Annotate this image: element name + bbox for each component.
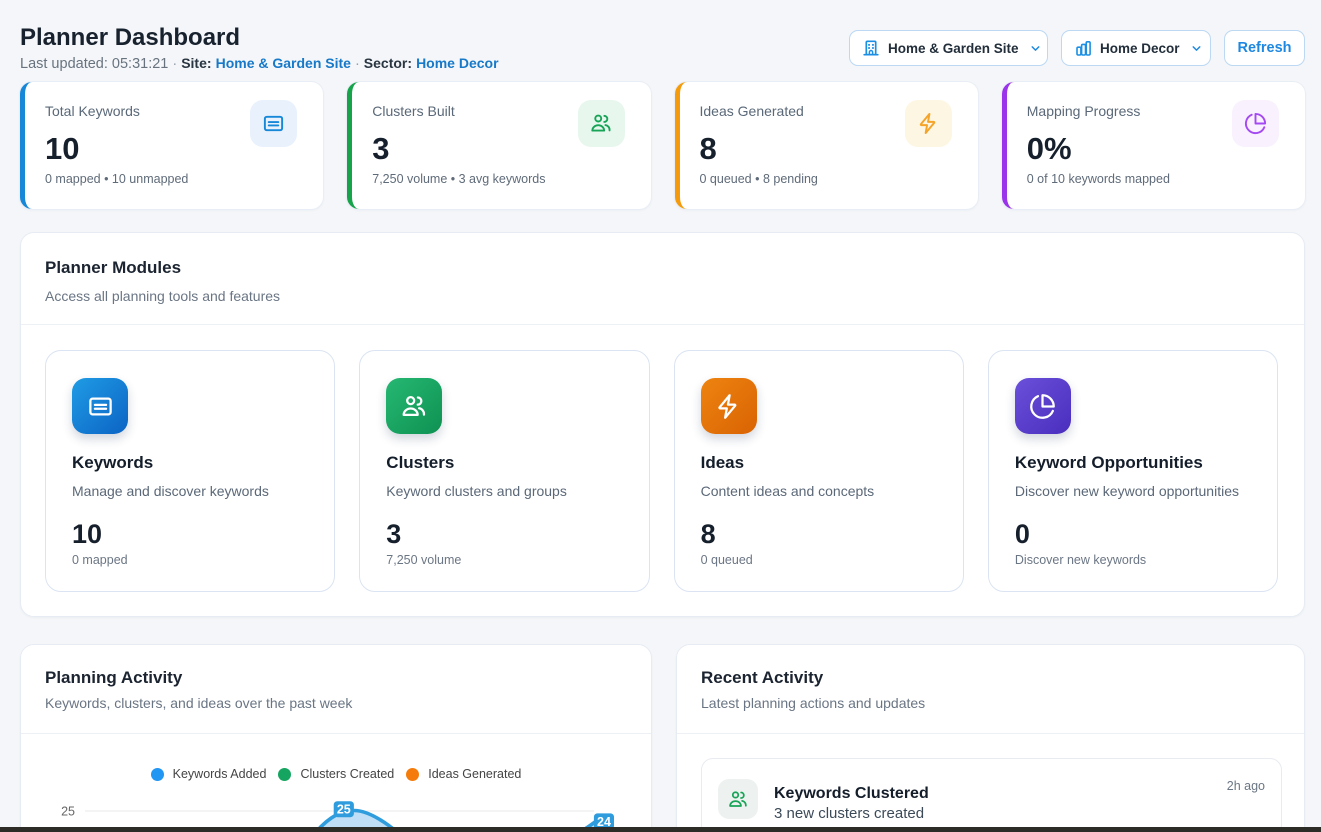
svg-text:25: 25: [337, 803, 351, 817]
svg-text:25: 25: [61, 805, 75, 819]
